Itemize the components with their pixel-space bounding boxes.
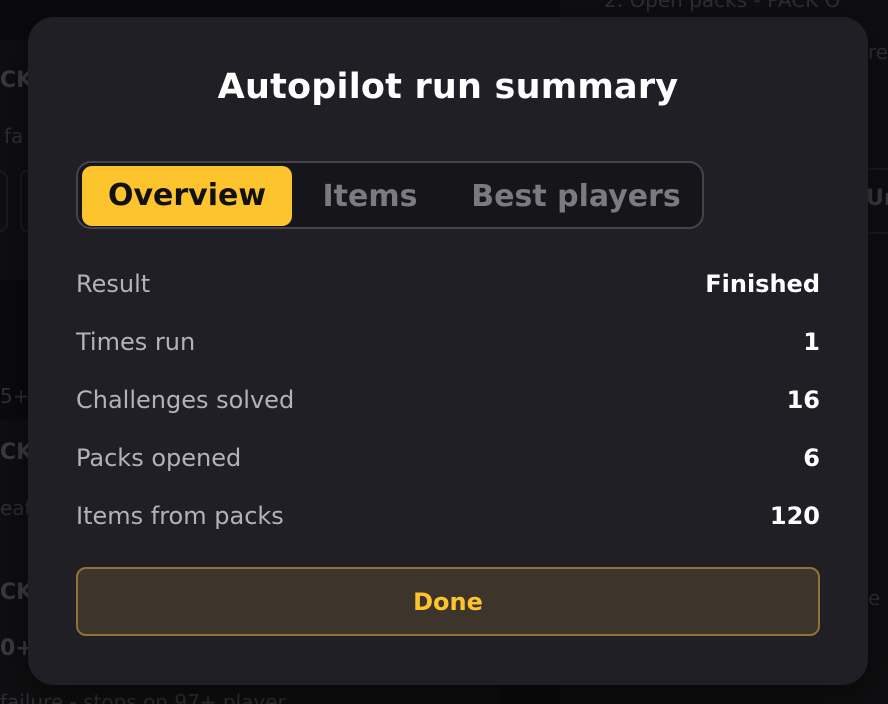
tab-items[interactable]: Items	[310, 168, 430, 226]
stat-value: 1	[803, 328, 820, 356]
stat-row-challenges-solved: Challenges solved 16	[76, 371, 820, 429]
stat-label: Challenges solved	[76, 386, 295, 414]
stat-row-result: Result Finished	[76, 255, 820, 313]
stat-label: Items from packs	[76, 502, 284, 530]
stat-value: 120	[769, 502, 820, 530]
tab-overview[interactable]: Overview	[82, 166, 292, 226]
stat-label: Packs opened	[76, 444, 242, 472]
stat-row-items-from-packs: Items from packs 120	[76, 487, 820, 545]
stat-value: 6	[803, 444, 820, 472]
dialog-title: Autopilot run summary	[217, 67, 679, 107]
summary-stats: Result Finished Times run 1 Challenges s…	[76, 255, 820, 545]
tab-best-players[interactable]: Best players	[464, 168, 688, 226]
done-button[interactable]: Done	[76, 567, 820, 636]
stat-row-times-run: Times run 1	[76, 313, 820, 371]
tab-bar: Overview Items Best players	[76, 161, 704, 229]
stat-value: 16	[786, 386, 820, 414]
stat-label: Result	[76, 270, 151, 298]
stat-row-packs-opened: Packs opened 6	[76, 429, 820, 487]
stat-label: Times run	[76, 328, 196, 356]
run-summary-dialog: Autopilot run summary Overview Items Bes…	[28, 17, 868, 685]
stat-value: Finished	[705, 270, 820, 298]
